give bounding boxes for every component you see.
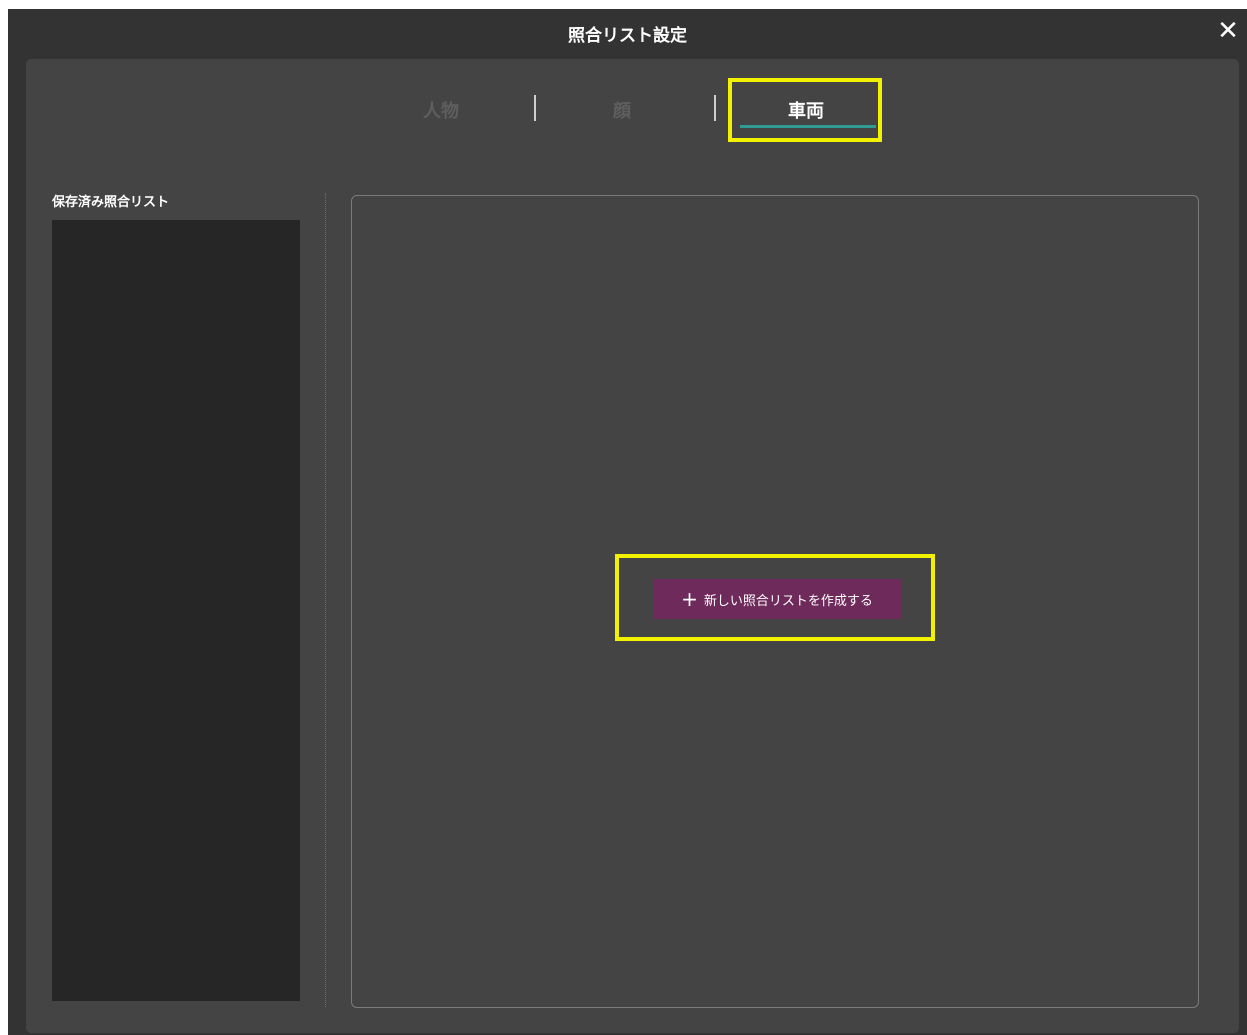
highlight-box-button [615, 554, 935, 641]
tab-separator [534, 95, 536, 121]
title-bar: 照合リスト設定 ✕ [8, 9, 1247, 55]
content-area: + 新しい照合リストを作成する [351, 195, 1199, 1008]
saved-lists-panel [52, 220, 300, 1001]
match-list-settings-window: 照合リスト設定 ✕ 人物 顔 車両 保存済み照合リスト + 新しい照合リストを作… [8, 9, 1247, 1035]
close-icon[interactable]: ✕ [1215, 17, 1241, 45]
vertical-divider [325, 193, 326, 1007]
saved-lists-heading: 保存済み照合リスト [52, 195, 170, 210]
window-title: 照合リスト設定 [568, 26, 687, 46]
tab-person[interactable]: 人物 [401, 97, 481, 127]
settings-panel: 人物 顔 車両 保存済み照合リスト + 新しい照合リストを作成する [26, 59, 1239, 1033]
tab-face[interactable]: 顔 [582, 97, 662, 127]
tab-separator [714, 95, 716, 121]
highlight-box-tab [728, 78, 882, 142]
